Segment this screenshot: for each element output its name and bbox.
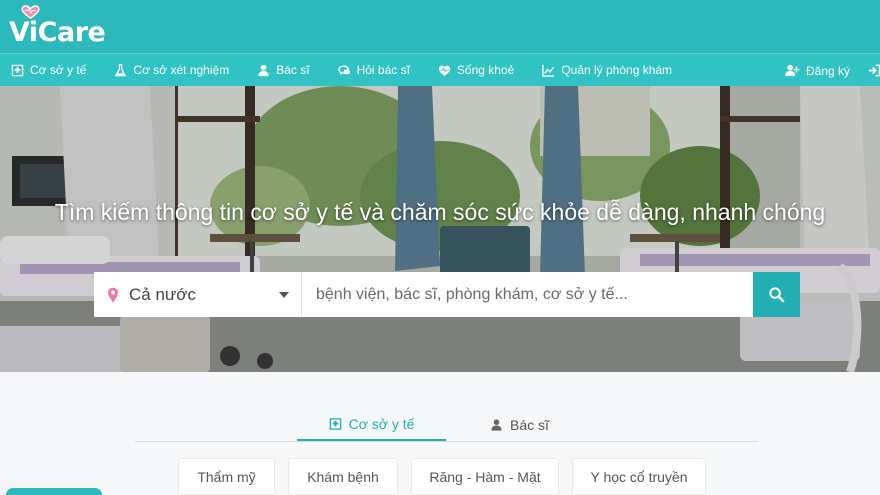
nav-label: Cơ sở y tế [30,63,87,77]
search-button[interactable] [753,272,800,317]
search-icon [769,287,785,303]
chart-icon [542,64,555,77]
nav-label: Cơ sở xét nghiệm [133,63,230,77]
heart-logo-icon [21,5,40,19]
nav-label: Hỏi bác sĩ [356,63,410,77]
content-area: Cơ sở y tế Bác sĩ Thẩm mỹ Khám bệnh Răng… [0,372,880,495]
user-plus-icon [785,64,800,77]
tab-label: Cơ sở y tế [348,415,415,432]
nav-item-song-khoe[interactable]: Sống khoẻ [438,63,514,77]
nav-item-quan-ly-phong-kham[interactable]: Quản lý phòng khám [542,63,672,77]
tab-co-so-y-te[interactable]: Cơ sở y tế [297,408,446,441]
hero-banner: Tìm kiếm thông tin cơ sở y tế và chăm só… [0,86,880,372]
nav-label: Quản lý phòng khám [561,63,673,77]
vicare-logo[interactable]: ViCare [9,5,106,48]
nav-label: Bác sĩ [276,63,310,77]
doctor-icon [491,418,502,431]
category-chip-kham-benh[interactable]: Khám bệnh [288,458,398,495]
register-label: Đăng ký [805,63,850,78]
login-link[interactable] [868,64,880,77]
doctor-icon [258,64,269,76]
flask-icon [115,63,127,76]
search-bar: Cả nước [94,272,800,317]
floating-button[interactable] [6,488,102,495]
nav-item-hoi-bac-si[interactable]: Hỏi bác sĩ [337,63,410,77]
tab-bac-si[interactable]: Bác sĩ [490,408,549,441]
hospital-icon [329,417,341,430]
nav-item-co-so-y-te[interactable]: Cơ sở y tế [11,63,86,77]
location-select[interactable]: Cả nước [94,272,302,317]
register-link[interactable]: Đăng ký [784,64,850,78]
location-value: Cả nước [129,284,196,304]
nav-item-bac-si[interactable]: Bác sĩ [257,63,310,77]
heartbeat-icon [438,65,450,76]
sign-in-icon [868,64,880,77]
hero-title: Tìm kiếm thông tin cơ sở y tế và chăm só… [54,199,826,225]
map-pin-icon [108,287,118,302]
chat-icon [337,64,350,75]
brand-name: ViCare [9,17,106,48]
chevron-down-icon [279,292,289,298]
category-chip-rang-ham-mat[interactable]: Răng - Hàm - Mặt [411,458,559,495]
tab-label: Bác sĩ [510,416,549,433]
nav-item-co-so-xet-nghiem[interactable]: Cơ sở xét nghiệm [114,63,229,77]
hospital-room-background [0,86,880,372]
nav-label: Sống khoẻ [456,63,515,77]
category-chip-tham-my[interactable]: Thẩm mỹ [178,458,275,495]
category-chip-y-hoc-co-truyen[interactable]: Y học cổ truyền [572,458,706,495]
hospital-icon [11,64,24,76]
top-bar: ViCare [0,0,880,53]
main-nav: Cơ sở y tế Cơ sở xét nghiệm Bác sĩ Hỏi b… [0,53,880,86]
search-tabs: Cơ sở y tế Bác sĩ [135,400,758,442]
search-input[interactable] [302,272,753,317]
